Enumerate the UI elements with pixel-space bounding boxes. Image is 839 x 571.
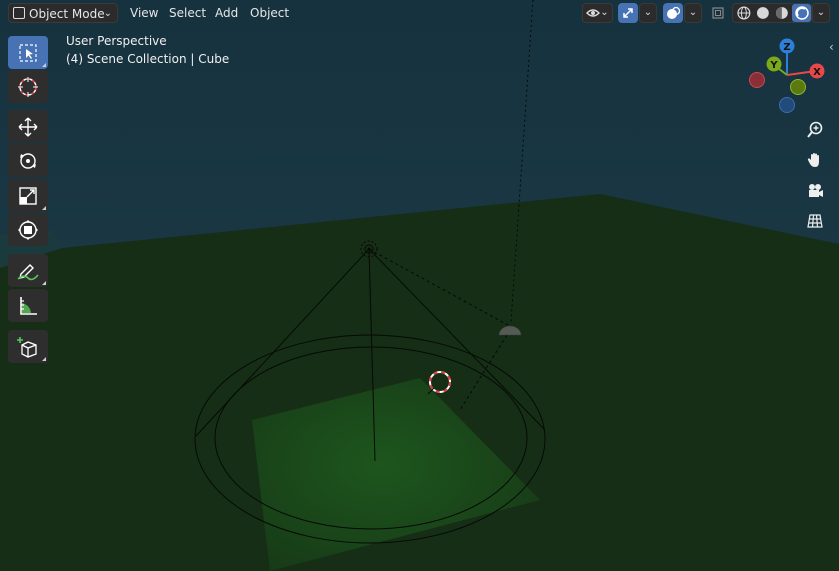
tool-add-cube[interactable] xyxy=(8,330,48,363)
overlay-circles-icon xyxy=(667,6,680,19)
pan-button[interactable] xyxy=(803,148,827,172)
menu-select[interactable]: Select xyxy=(163,3,212,23)
material-icon[interactable] xyxy=(774,5,790,21)
xray-toggle[interactable] xyxy=(708,3,728,23)
measure-icon xyxy=(20,296,37,315)
neg-x-axis-handle[interactable] xyxy=(749,72,765,88)
corner-indicator xyxy=(42,63,46,67)
xray-icon xyxy=(712,7,724,19)
scene-canvas[interactable] xyxy=(0,0,839,571)
rendered-shading-button[interactable] xyxy=(792,4,812,22)
scale-icon xyxy=(19,186,37,205)
corner-indicator xyxy=(42,357,46,361)
annotate-icon xyxy=(17,263,39,280)
viewport-header: Object Mode ⌄ View Select Add Object ⌄ ⌄… xyxy=(0,0,839,26)
zoom-button[interactable] xyxy=(803,118,827,142)
tool-measure[interactable] xyxy=(8,289,48,322)
neg-y-axis-handle[interactable] xyxy=(790,79,806,95)
x-axis-label: X xyxy=(813,67,821,78)
chevron-down-icon: ⌄ xyxy=(816,7,826,18)
z-axis-label: Z xyxy=(783,42,790,53)
menu-view[interactable]: View xyxy=(124,3,164,23)
gizmo-toggle[interactable] xyxy=(618,3,638,23)
eye-icon xyxy=(586,9,601,17)
cursor-icon xyxy=(18,76,38,97)
transform-icon xyxy=(18,219,38,240)
corner-indicator xyxy=(42,281,46,285)
tool-rotate[interactable] xyxy=(8,144,48,177)
shading-dropdown[interactable]: ⌄ xyxy=(812,3,830,23)
corner-indicator xyxy=(42,206,46,210)
rendered-icon xyxy=(794,6,809,20)
rotate-icon xyxy=(20,152,36,169)
grid-ortho-icon xyxy=(807,214,823,228)
chevron-down-icon: ⌄ xyxy=(643,7,653,18)
mode-label: Object Mode xyxy=(29,7,105,21)
chevron-down-icon: ⌄ xyxy=(103,8,112,19)
tool-cursor[interactable] xyxy=(8,70,48,103)
navigation-gizmo[interactable]: Z Y X xyxy=(740,34,830,124)
ortho-toggle-button[interactable] xyxy=(803,209,827,233)
overlay-toggle[interactable] xyxy=(663,3,683,23)
3d-viewport[interactable]: Object Mode ⌄ View Select Add Object ⌄ ⌄… xyxy=(0,0,839,571)
visibility-dropdown[interactable]: ⌄ xyxy=(582,3,613,23)
chevron-down-icon: ⌄ xyxy=(600,7,609,18)
shading-selector xyxy=(732,3,812,23)
object-mode-icon xyxy=(13,7,25,19)
view-perspective-label: User Perspective xyxy=(66,34,167,48)
tool-annotate[interactable] xyxy=(8,254,48,287)
menu-add[interactable]: Add xyxy=(209,3,244,23)
tool-move[interactable] xyxy=(8,110,48,143)
gizmo-dropdown[interactable]: ⌄ xyxy=(639,3,657,23)
add-cube-icon xyxy=(17,336,37,358)
tool-select-box[interactable] xyxy=(8,36,48,69)
chevron-down-icon: ⌄ xyxy=(688,7,698,18)
scene-collection-label: (4) Scene Collection | Cube xyxy=(66,52,230,66)
hand-pan-icon xyxy=(807,153,819,167)
move-icon xyxy=(18,117,38,136)
camera-icon xyxy=(809,184,823,197)
gizmo-arrows-icon xyxy=(623,8,633,18)
mode-dropdown[interactable]: Object Mode ⌄ xyxy=(8,3,118,23)
zoom-icon xyxy=(807,121,823,138)
menu-object[interactable]: Object xyxy=(244,3,295,23)
overlay-dropdown[interactable]: ⌄ xyxy=(684,3,702,23)
wireframe-icon[interactable] xyxy=(736,5,752,21)
y-axis-label: Y xyxy=(769,60,778,71)
neg-z-axis-handle[interactable] xyxy=(779,97,795,113)
tool-transform[interactable] xyxy=(8,213,48,246)
tool-scale[interactable] xyxy=(8,179,48,212)
solid-icon[interactable] xyxy=(755,5,771,21)
select-box-icon xyxy=(19,43,37,62)
camera-view-button[interactable] xyxy=(803,179,827,203)
